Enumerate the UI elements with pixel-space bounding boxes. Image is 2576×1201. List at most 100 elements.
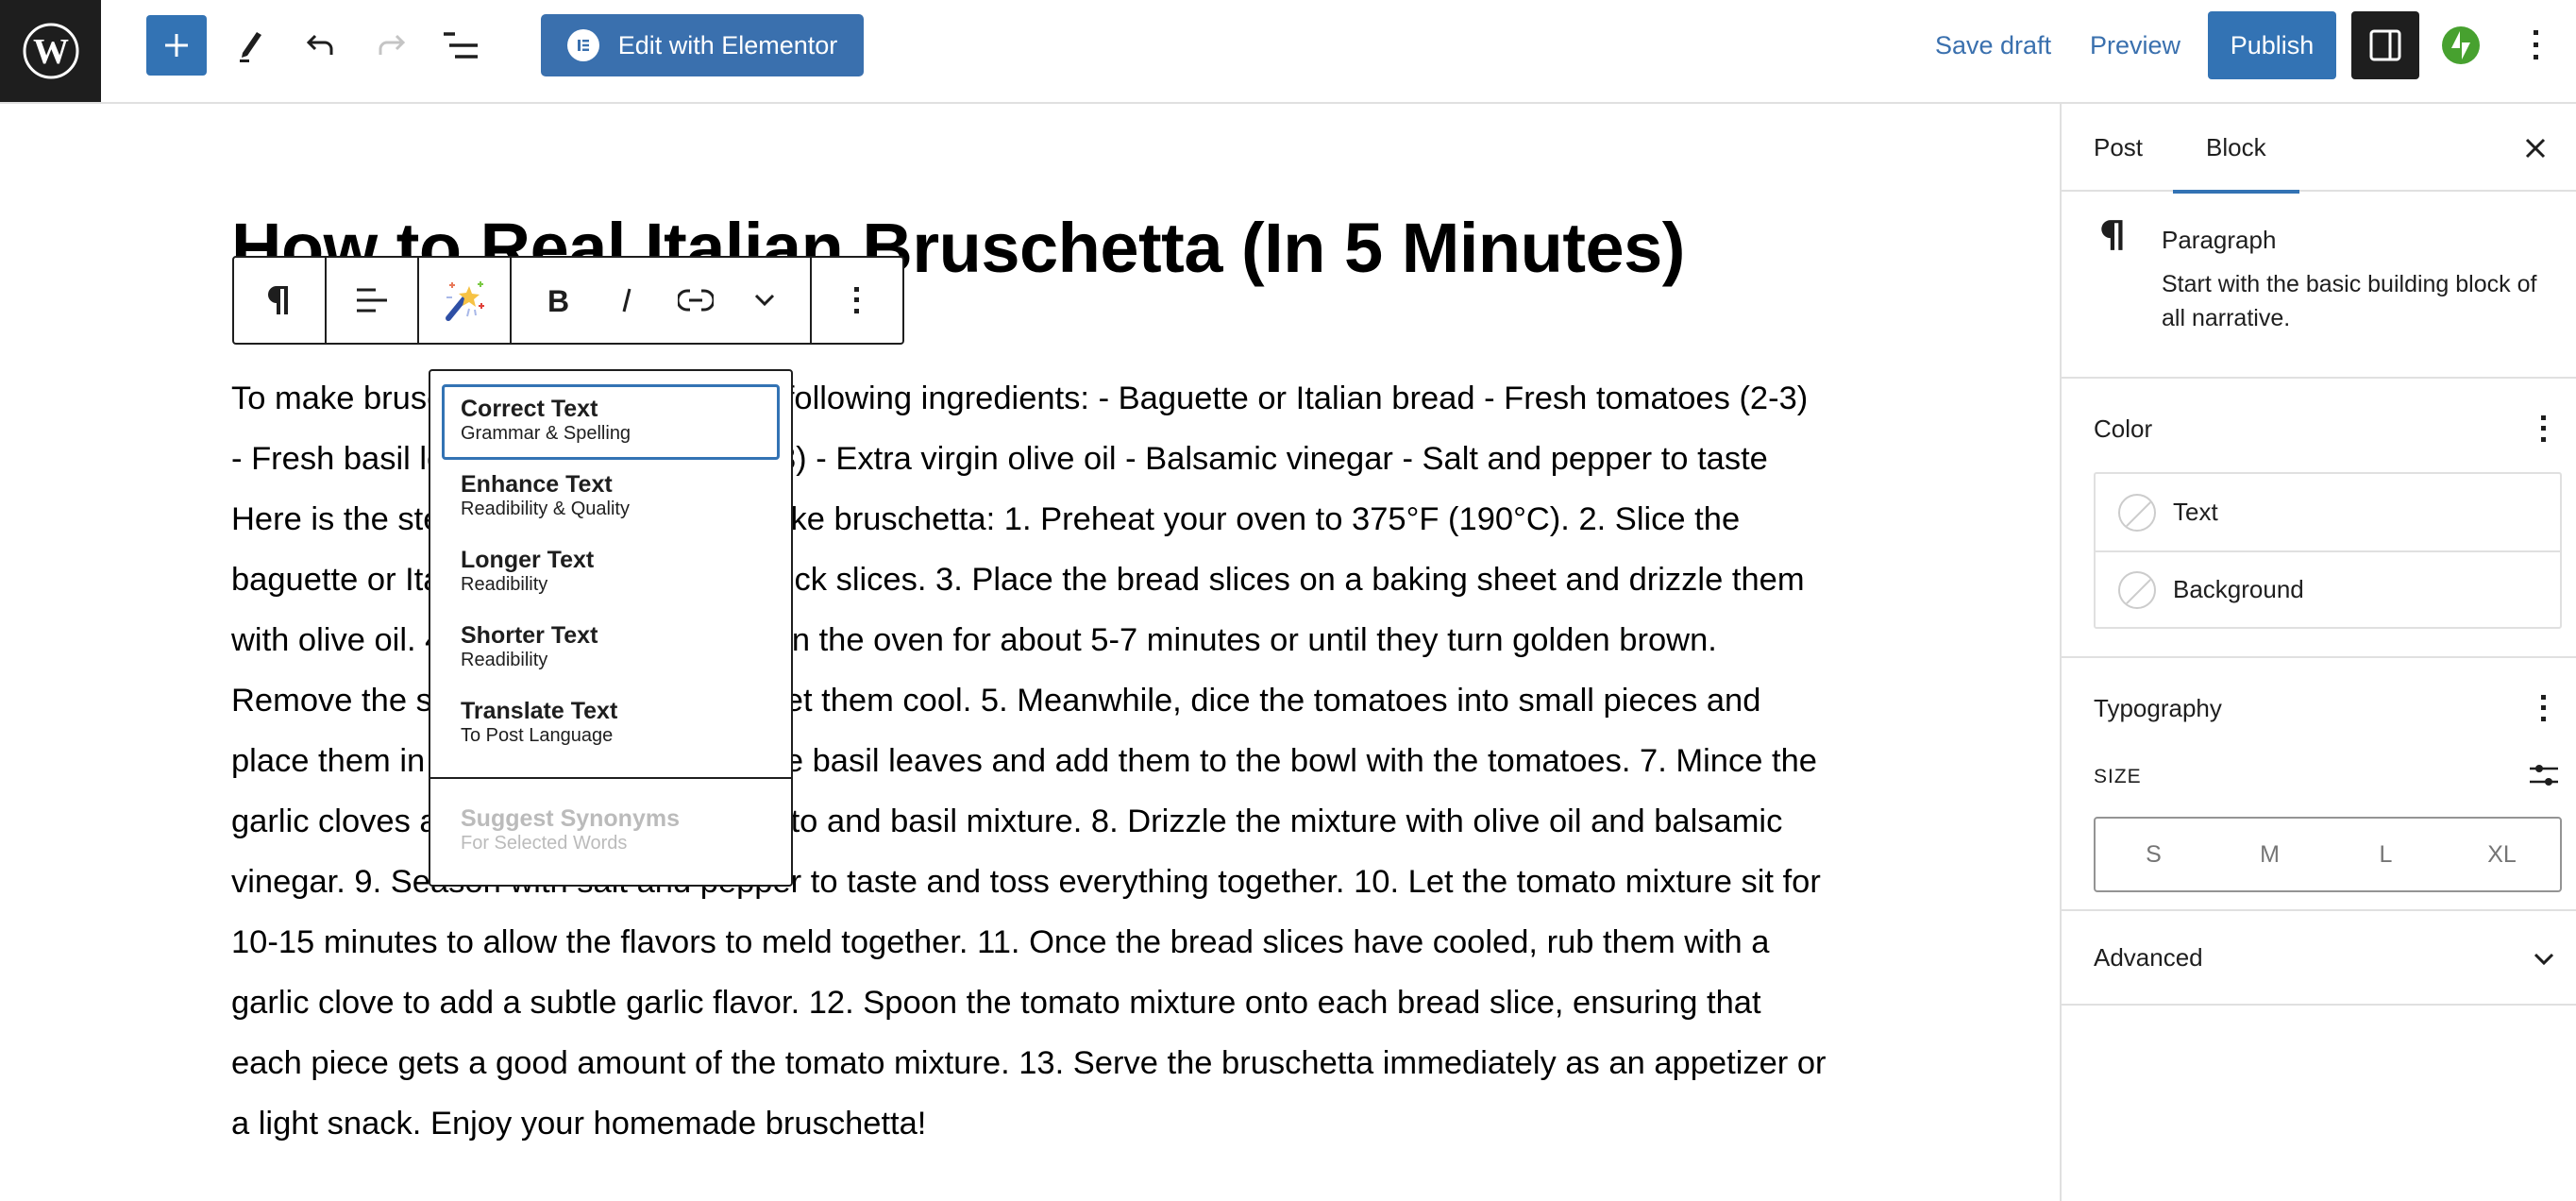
typography-options-button[interactable]: [2525, 685, 2563, 732]
color-panel-title: Color: [2094, 414, 2153, 443]
options-group: [812, 258, 902, 343]
settings-toggle-button[interactable]: [2351, 11, 2419, 79]
ai-menu-item-title: Longer Text: [461, 547, 595, 573]
font-size-label: SIZE: [2094, 766, 2142, 787]
tools-button[interactable]: [225, 19, 278, 72]
color-settings-list: Text Background: [2094, 472, 2562, 629]
options-menu-button[interactable]: [2516, 19, 2557, 72]
ai-menu-item-subtitle: Readibility: [461, 574, 548, 595]
undo-button[interactable]: [295, 19, 347, 72]
color-panel: Color Text Background: [2062, 379, 2576, 658]
block-options-button[interactable]: [812, 258, 902, 343]
align-group: [327, 258, 419, 343]
ai-menu-item-title: Enhance Text: [461, 471, 613, 498]
tab-block[interactable]: Block: [2173, 104, 2298, 194]
ai-actions-menu: Correct Text Grammar & Spelling Enhance …: [429, 369, 793, 887]
preview-button[interactable]: Preview: [2090, 19, 2180, 72]
font-size-option-l[interactable]: L: [2328, 819, 2444, 890]
svg-text:W: W: [33, 32, 69, 72]
block-name: Paragraph: [2162, 226, 2277, 254]
typography-panel-title: Typography: [2094, 694, 2222, 722]
color-item-label: Text: [2173, 498, 2218, 526]
magic-wand-icon: [446, 281, 484, 321]
jetpack-icon: [2442, 26, 2480, 64]
paragraph-icon: [268, 286, 288, 314]
ai-assistant-button[interactable]: [419, 258, 510, 343]
ai-menu-divider: [430, 777, 791, 779]
settings-sliders-icon: [2530, 765, 2558, 786]
ai-menu-item-title: Suggest Synonyms: [461, 805, 680, 832]
ai-menu-item-suggest-synonyms: Suggest Synonyms For Selected Words: [442, 794, 780, 870]
transform-block-button[interactable]: [234, 258, 325, 343]
typography-panel: Typography SIZE S M L XL: [2062, 658, 2576, 911]
sidebar-tabs: Post Block: [2062, 104, 2576, 194]
jetpack-button[interactable]: [2440, 25, 2482, 66]
font-size-option-m[interactable]: M: [2212, 819, 2328, 890]
save-draft-button[interactable]: Save draft: [1935, 19, 2051, 72]
elementor-button-label: Edit with Elementor: [617, 30, 838, 59]
more-vertical-icon: [2541, 695, 2546, 721]
redo-icon: [379, 34, 406, 55]
custom-size-button[interactable]: [2525, 756, 2563, 794]
ai-menu-item-subtitle: To Post Language: [461, 725, 614, 746]
link-icon: [677, 289, 714, 312]
plus-icon: [165, 34, 188, 57]
more-vertical-icon: [2541, 415, 2546, 442]
undo-icon: [306, 34, 333, 55]
ai-menu-item-title: Correct Text: [461, 396, 598, 422]
block-description: Start with the basic building block of a…: [2162, 271, 2537, 331]
publish-button[interactable]: Publish: [2208, 11, 2336, 79]
empty-color-swatch-icon: [2118, 570, 2156, 609]
color-item-text[interactable]: Text: [2096, 474, 2560, 550]
editor-canvas: How to Real Italian Bruschetta (In 5 Min…: [0, 104, 2060, 1201]
ai-menu-item-subtitle: Readibility: [461, 650, 548, 670]
color-item-background[interactable]: Background: [2096, 550, 2560, 627]
settings-sidebar: Post Block Paragraph Start with the basi…: [2060, 104, 2576, 1201]
bold-button[interactable]: B: [523, 258, 592, 343]
ai-menu-item-translate-text[interactable]: Translate Text To Post Language: [442, 686, 780, 762]
close-sidebar-button[interactable]: [2512, 125, 2559, 172]
editor-header: W Edit with Elementor Save draft Preview…: [0, 0, 2576, 104]
chevron-down-icon: [2534, 953, 2554, 966]
link-button[interactable]: [661, 258, 730, 343]
ai-menu-item-subtitle: Grammar & Spelling: [461, 423, 631, 444]
ai-menu-item-title: Shorter Text: [461, 622, 598, 649]
edit-with-elementor-button[interactable]: Edit with Elementor: [541, 14, 864, 76]
pencil-icon: [240, 32, 261, 62]
document-overview-button[interactable]: [434, 19, 487, 72]
tab-post[interactable]: Post: [2094, 104, 2143, 192]
more-formatting-button[interactable]: [730, 258, 799, 343]
ai-group: [419, 258, 512, 343]
ai-menu-item-longer-text[interactable]: Longer Text Readibility: [442, 535, 780, 611]
elementor-icon: [566, 29, 599, 61]
ai-menu-item-title: Translate Text: [461, 698, 618, 724]
ai-menu-item-shorter-text[interactable]: Shorter Text Readibility: [442, 611, 780, 686]
align-text-button[interactable]: [327, 258, 417, 343]
format-group: B: [512, 258, 812, 343]
block-inserter-button[interactable]: [146, 15, 207, 76]
ai-menu-item-enhance-text[interactable]: Enhance Text Readibility & Quality: [442, 460, 780, 535]
italic-icon: [622, 288, 631, 313]
wordpress-logo-button[interactable]: W: [0, 0, 101, 102]
color-options-button[interactable]: [2525, 405, 2563, 452]
block-toolbar: B: [232, 256, 904, 345]
block-card: Paragraph Start with the basic building …: [2062, 192, 2576, 379]
advanced-expand-button[interactable]: [2525, 936, 2563, 983]
color-item-label: Background: [2173, 575, 2304, 603]
chevron-down-icon: [754, 294, 774, 307]
align-left-icon: [357, 288, 387, 313]
advanced-panel-toggle[interactable]: Advanced: [2062, 911, 2576, 1006]
close-icon: [2525, 138, 2546, 159]
ai-menu-item-correct-text[interactable]: Correct Text Grammar & Spelling: [442, 384, 780, 460]
empty-color-swatch-icon: [2118, 493, 2156, 532]
italic-button[interactable]: [592, 258, 661, 343]
svg-text:B: B: [547, 286, 568, 314]
paragraph-icon: [2101, 220, 2123, 250]
font-size-option-xl[interactable]: XL: [2444, 819, 2560, 890]
bold-icon: B: [547, 286, 568, 314]
advanced-panel-title: Advanced: [2094, 943, 2203, 972]
more-vertical-icon: [2534, 30, 2538, 59]
ai-menu-item-subtitle: For Selected Words: [461, 833, 628, 854]
font-size-option-s[interactable]: S: [2096, 819, 2212, 890]
redo-button[interactable]: [364, 19, 417, 72]
